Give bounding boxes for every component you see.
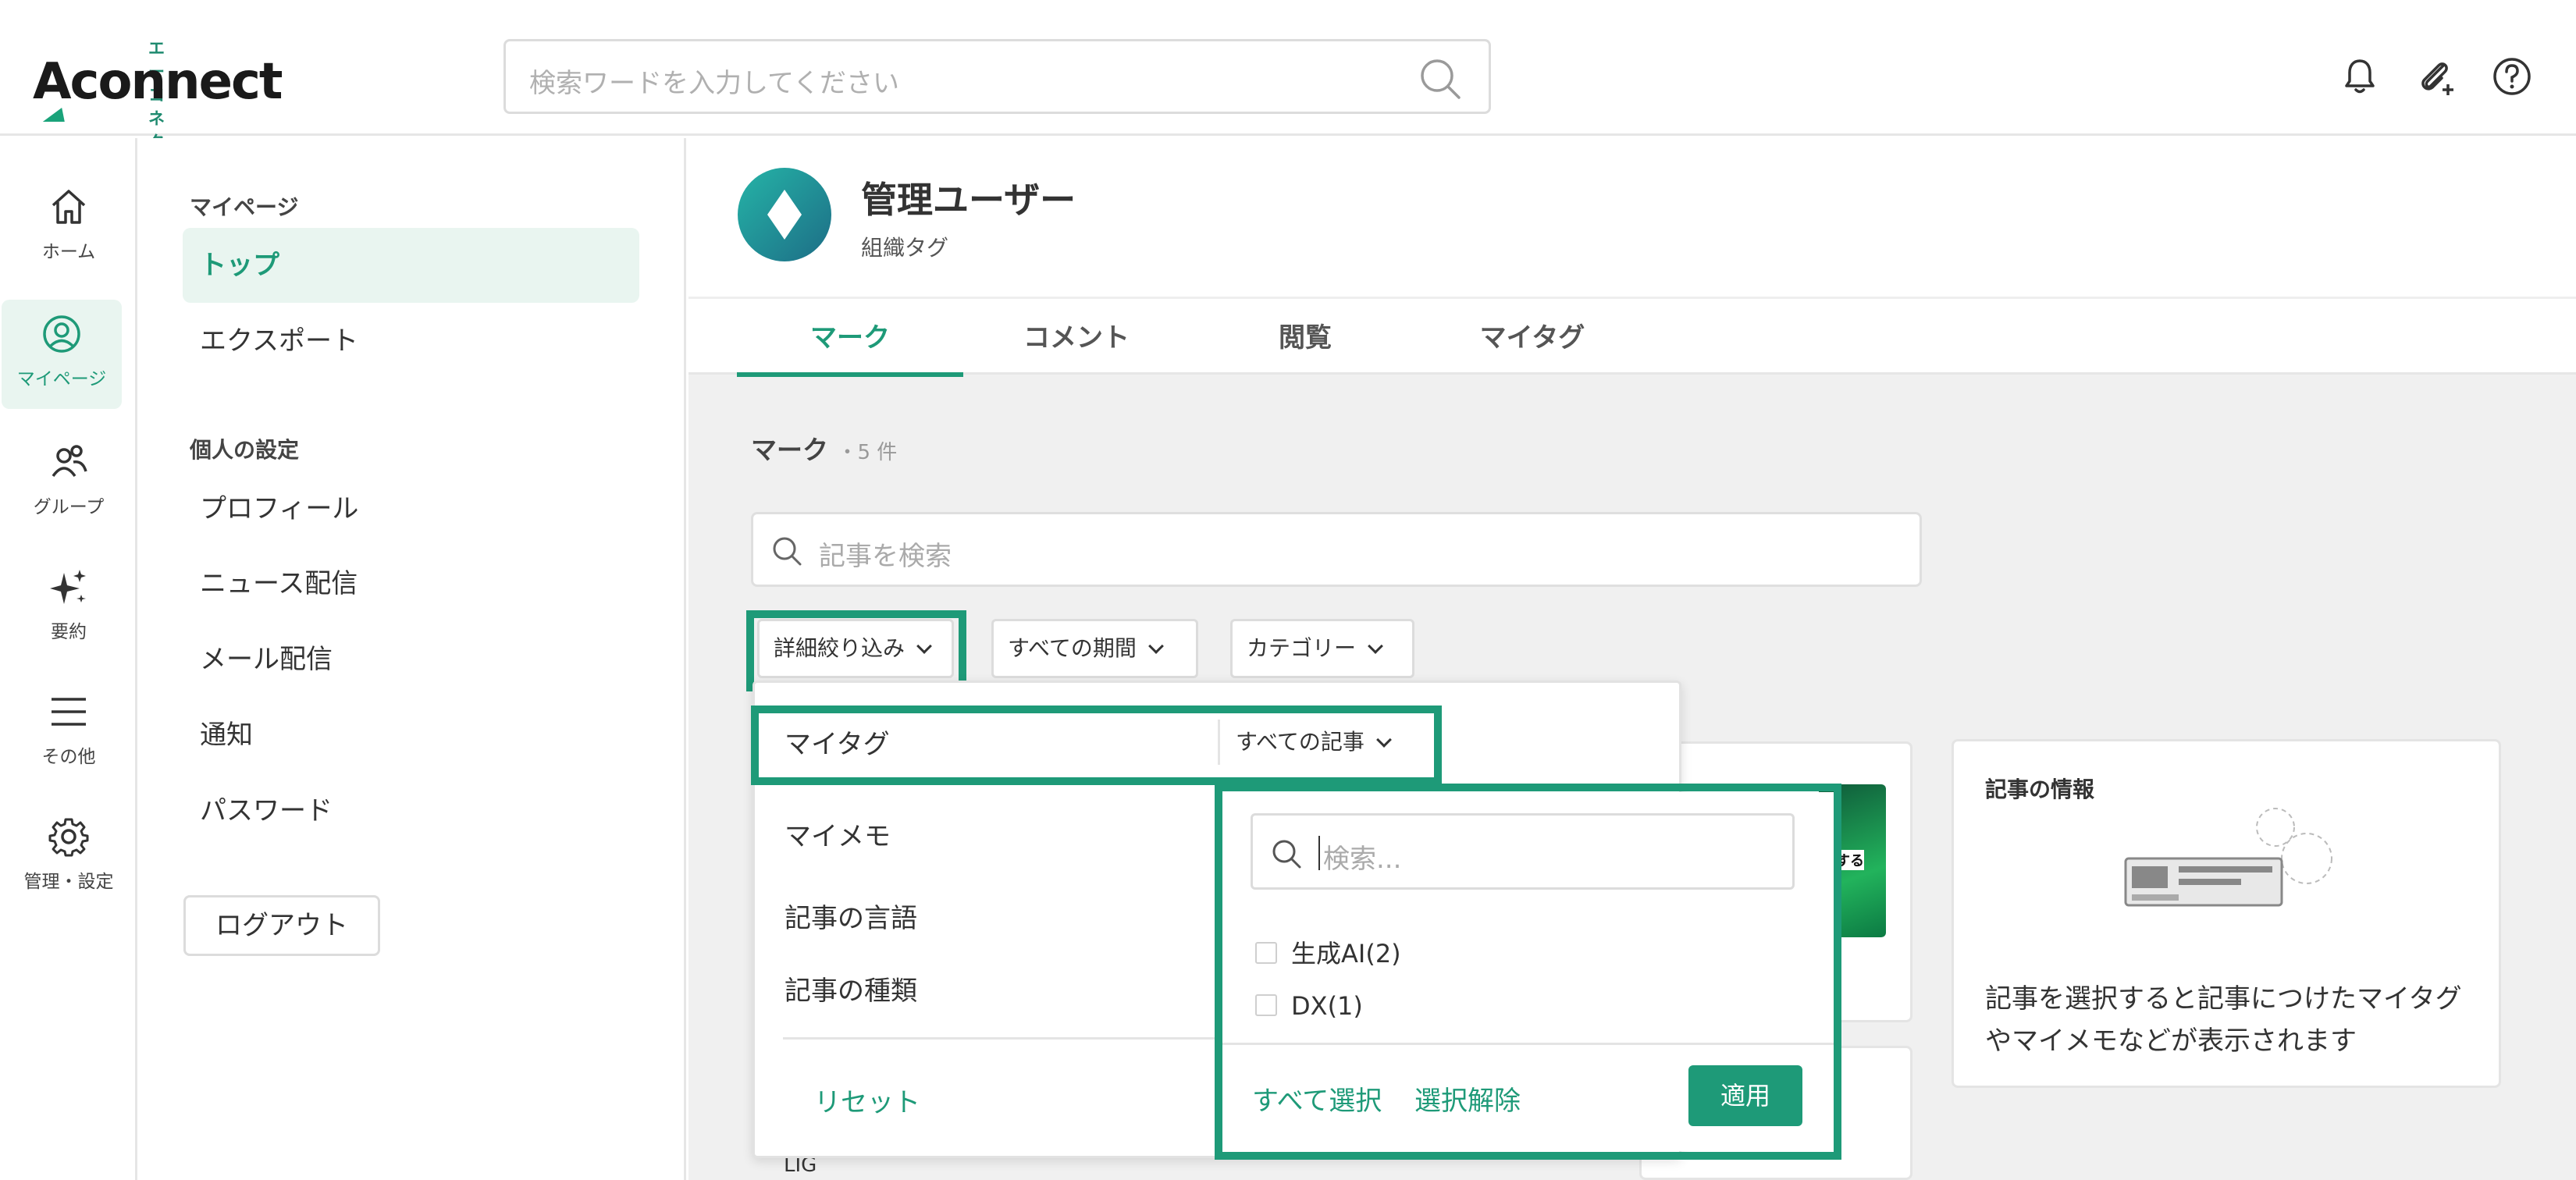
- bell-icon[interactable]: [2338, 55, 2382, 98]
- subnav-item-notification[interactable]: 通知: [183, 698, 639, 773]
- home-icon: [52, 190, 86, 224]
- subnav-item-profile[interactable]: プロフィール: [183, 471, 639, 546]
- highlight-detail-filter: [746, 610, 966, 691]
- logo-text: Aconnect: [33, 53, 283, 111]
- type-filter-row[interactable]: 記事の種類: [785, 969, 917, 1008]
- rail-label-group: グループ: [33, 497, 105, 517]
- article-info-message-1: 記事を選択すると記事につけたマイタグ: [1985, 983, 2462, 1015]
- group-icon: [52, 445, 87, 478]
- subnav-item-mail[interactable]: メール配信: [183, 622, 639, 697]
- user-name: 管理ユーザー: [861, 179, 1076, 221]
- gear-icon: [48, 818, 89, 857]
- rail-item-group[interactable]: グループ: [0, 440, 137, 549]
- rail-item-mypage[interactable]: マイページ: [2, 300, 122, 409]
- subnav-item-export[interactable]: エクスポート: [183, 304, 639, 379]
- mymemo-filter-row[interactable]: マイメモ: [785, 815, 891, 853]
- category-filter-button[interactable]: カテゴリー: [1230, 619, 1414, 678]
- user-circle-icon: [43, 315, 80, 353]
- left-rail: ホーム マイページ グループ 要約 その他 管理・設定: [0, 138, 137, 1180]
- tab-bar: マーク コメント 閲覧 マイタグ: [688, 297, 2576, 377]
- highlight-tag-dropdown: [1215, 784, 1841, 1160]
- menu-icon: [52, 698, 86, 726]
- article-info-message-2: やマイメモなどが表示されます: [1985, 1025, 2357, 1057]
- rail-item-summary[interactable]: 要約: [0, 565, 137, 674]
- tab-mark[interactable]: マーク: [737, 299, 963, 377]
- search-icon[interactable]: [1418, 57, 1462, 101]
- subnav-item-password[interactable]: パスワード: [183, 773, 639, 848]
- highlight-mytag-row: [751, 706, 1442, 785]
- diamond-icon: [767, 190, 802, 240]
- rail-label-mypage: マイページ: [16, 369, 107, 389]
- article-search-input[interactable]: 記事を検索: [751, 512, 1922, 587]
- subnav-item-top[interactable]: トップ: [183, 228, 639, 303]
- sub-navigation: マイページ トップ エクスポート 個人の設定 プロフィール ニュース配信 メール…: [140, 138, 686, 1180]
- rail-label-other: その他: [41, 747, 96, 767]
- logout-button[interactable]: ログアウト: [183, 895, 380, 956]
- chevron-down-icon: [1148, 638, 1164, 654]
- user-org-tag: 組織タグ: [861, 235, 949, 261]
- category-filter-label: カテゴリー: [1247, 635, 1357, 661]
- tab-mytag[interactable]: マイタグ: [1419, 299, 1646, 377]
- article-info-title: 記事の情報: [1985, 777, 2095, 802]
- avatar: [738, 168, 831, 261]
- rail-item-other[interactable]: その他: [0, 690, 137, 799]
- paperclip-add-icon[interactable]: [2414, 55, 2457, 98]
- rail-label-settings: 管理・設定: [23, 872, 114, 892]
- global-search-input[interactable]: 検索ワードを入力してください: [503, 39, 1491, 114]
- article-search-placeholder: 記事を検索: [819, 541, 952, 572]
- sparkle-icon: [50, 570, 86, 604]
- top-header: エーコネクト Aconnect 検索ワードを入力してください: [0, 0, 2576, 175]
- help-icon[interactable]: [2490, 55, 2534, 98]
- tab-view[interactable]: 閲覧: [1192, 299, 1418, 377]
- rail-label-home: ホーム: [41, 242, 96, 262]
- chevron-down-icon: [1368, 638, 1383, 654]
- article-illustration-icon: [2124, 808, 2332, 907]
- period-filter-label: すべての期間: [1008, 635, 1137, 661]
- tab-comment[interactable]: コメント: [963, 299, 1190, 377]
- rail-label-summary: 要約: [51, 622, 87, 642]
- section-title: マーク ・5 件: [751, 429, 897, 467]
- search-icon: [773, 537, 802, 566]
- reset-button[interactable]: リセット: [814, 1081, 920, 1119]
- item-count: ・5 件: [837, 441, 898, 464]
- rail-item-home[interactable]: ホーム: [0, 185, 137, 294]
- global-search-placeholder: 検索ワードを入力してください: [529, 68, 899, 99]
- subnav-section-personal: 個人の設定: [190, 437, 300, 463]
- language-filter-row[interactable]: 記事の言語: [785, 897, 917, 935]
- period-filter-button[interactable]: すべての期間: [991, 619, 1198, 678]
- section-title-text: マーク: [751, 435, 828, 465]
- subnav-item-news[interactable]: ニュース配信: [183, 546, 639, 621]
- subnav-section-mypage: マイページ: [190, 194, 299, 220]
- rail-item-settings[interactable]: 管理・設定: [0, 815, 137, 924]
